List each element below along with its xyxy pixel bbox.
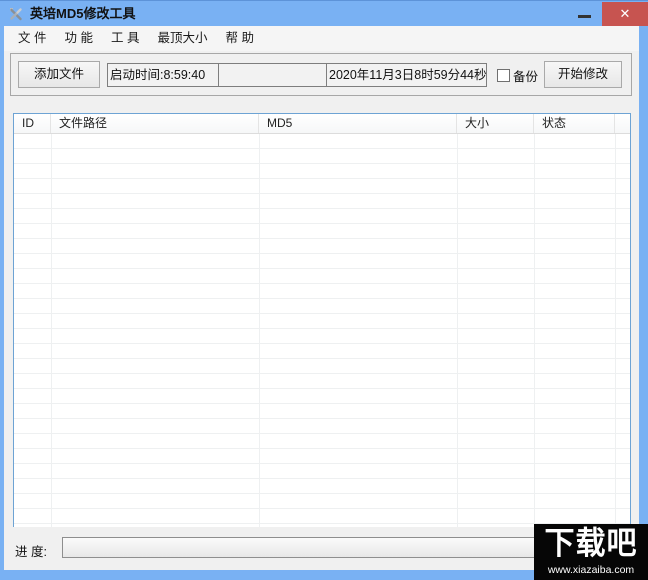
column-divider: [457, 134, 458, 527]
menu-item-tools[interactable]: 工 具: [102, 26, 148, 51]
app-tools-icon: [10, 7, 22, 20]
close-icon: ✕: [619, 5, 631, 21]
toolbar-panel: 添加文件 启动时间:8:59:40 2020年11月3日8时59分44秒 备份 …: [10, 53, 632, 96]
column-header-size[interactable]: 大小: [457, 114, 534, 133]
window-title: 英培MD5修改工具: [30, 6, 136, 21]
minimize-icon: [577, 15, 591, 18]
menu-item-topmost-size[interactable]: 最顶大小: [148, 26, 216, 51]
titlebar: 英培MD5修改工具 ✕: [0, 1, 648, 26]
backup-label: 备份: [513, 70, 539, 84]
column-header-status[interactable]: 状态: [534, 114, 615, 133]
close-button[interactable]: ✕: [602, 1, 648, 26]
client-area: 文 件 功 能 工 具 最顶大小 帮 助 添加文件 启动时间:8:59:40 2…: [4, 26, 639, 570]
column-header-file-path[interactable]: 文件路径: [51, 114, 259, 133]
column-divider: [259, 134, 260, 527]
menu-item-function[interactable]: 功 能: [55, 26, 101, 51]
menu-item-file[interactable]: 文 件: [9, 26, 55, 51]
column-divider: [534, 134, 535, 527]
table-header: ID 文件路径 MD5 大小 状态: [14, 114, 630, 134]
status-middle-field: [218, 63, 327, 87]
column-header-id[interactable]: ID: [14, 114, 51, 133]
table-body-empty[interactable]: [14, 134, 630, 527]
progress-label: 进 度:: [15, 545, 47, 559]
watermark-url: www.xiazaiba.com: [547, 564, 635, 576]
column-divider: [51, 134, 52, 527]
watermark-badge: 下载吧 www.xiazaiba.com: [534, 524, 648, 580]
add-file-button[interactable]: 添加文件: [18, 61, 100, 88]
start-time-field: 启动时间:8:59:40: [107, 63, 219, 87]
menu-item-help[interactable]: 帮 助: [216, 26, 262, 51]
start-modify-button[interactable]: 开始修改: [544, 61, 622, 88]
status-bar: 启动时间:8:59:40 2020年11月3日8时59分44秒: [107, 63, 487, 87]
watermark-logo: 下载吧: [544, 526, 638, 561]
datetime-field: 2020年11月3日8时59分44秒: [326, 63, 487, 87]
menubar: 文 件 功 能 工 具 最顶大小 帮 助: [4, 26, 639, 51]
column-header-md5[interactable]: MD5: [259, 114, 457, 133]
column-divider: [615, 134, 616, 527]
backup-option: 备份: [497, 66, 538, 85]
app-window: 英培MD5修改工具 ✕ 文 件 功 能 工 具 最顶大小 帮 助 添加文件 启动…: [0, 0, 648, 580]
file-list-table: ID 文件路径 MD5 大小 状态: [13, 113, 631, 527]
column-header-filler: [615, 114, 630, 133]
minimize-button[interactable]: [566, 1, 602, 26]
backup-checkbox[interactable]: [497, 69, 510, 82]
